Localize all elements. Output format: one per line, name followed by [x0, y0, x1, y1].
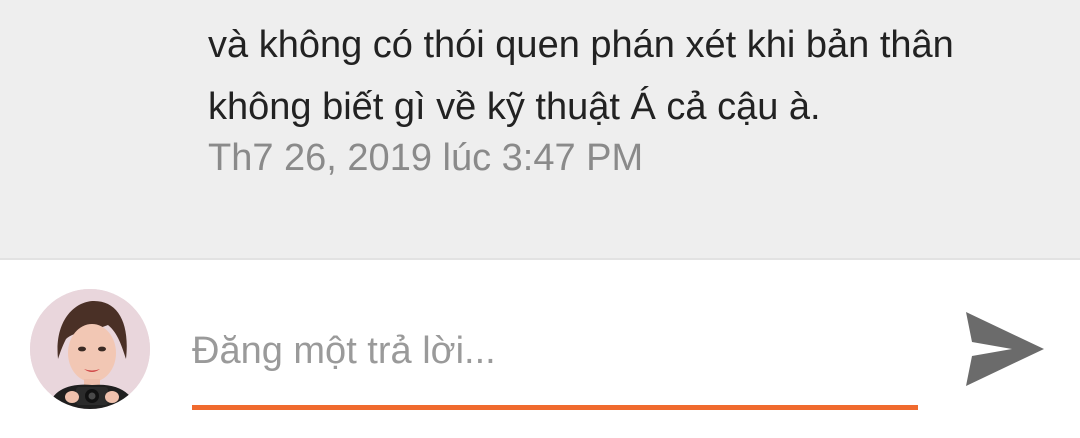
comment-text: và không có thói quen phán xét khi bản t…	[208, 14, 1068, 138]
reply-input[interactable]	[192, 316, 918, 386]
reply-bar	[0, 260, 1080, 438]
avatar-photo-icon	[30, 289, 150, 409]
user-avatar[interactable]	[30, 289, 150, 409]
comment-item: và không có thói quen phán xét khi bản t…	[0, 0, 1080, 258]
comment-text-line: và không có thói quen phán xét khi bản t…	[208, 24, 954, 66]
comment-timestamp: Th7 26, 2019 lúc 3:47 PM	[208, 137, 644, 179]
send-button[interactable]	[956, 304, 1052, 394]
send-icon	[966, 312, 1044, 386]
reply-input-underline	[192, 405, 918, 410]
comment-text-line: không biết gì về kỹ thuật Á cả cậu à.	[208, 86, 821, 128]
